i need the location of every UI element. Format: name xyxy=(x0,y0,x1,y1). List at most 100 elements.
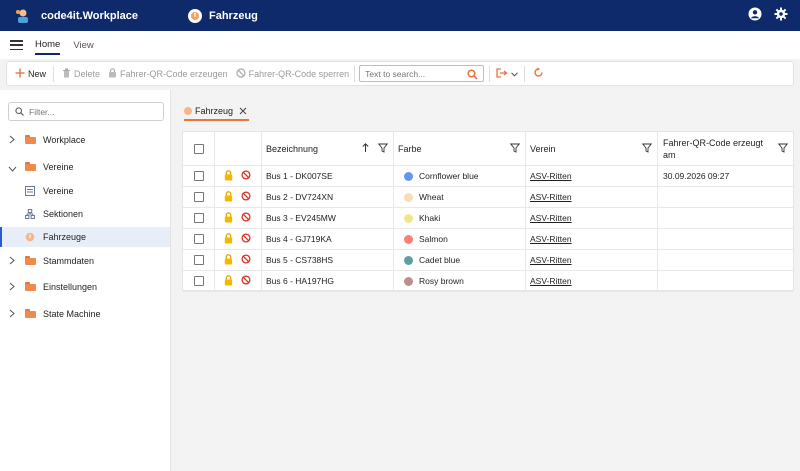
hamburger-menu-icon[interactable] xyxy=(10,40,23,50)
cell-verein: ASV-Ritten xyxy=(526,208,658,228)
block-icon[interactable] xyxy=(241,191,251,203)
sidebar-item-einstellungen[interactable]: Einstellungen xyxy=(0,277,170,297)
table-row[interactable]: Bus 1 - DK007SE Cornflower blue ASV-Ritt… xyxy=(183,166,793,187)
sidebar-item-vereine-group[interactable]: Vereine xyxy=(0,157,170,177)
verein-link[interactable]: ASV-Ritten xyxy=(530,234,572,244)
vehicle-icon xyxy=(184,107,192,115)
cell-farbe: Cadet blue xyxy=(394,250,526,270)
lock-icon[interactable] xyxy=(224,170,233,183)
column-header-label: Bezeichnung xyxy=(266,143,319,154)
row-checkbox[interactable] xyxy=(193,255,204,265)
column-header-qr-code-date[interactable]: Fahrer-QR-Code erzeugt am xyxy=(658,132,793,165)
chevron-right-icon[interactable] xyxy=(9,282,15,293)
sidebar-item-stammdaten[interactable]: Stammdaten xyxy=(0,251,170,271)
chevron-right-icon[interactable] xyxy=(9,135,15,146)
sidebar-item-workplace[interactable]: Workplace xyxy=(0,130,170,150)
table-row[interactable]: Bus 6 - HA197HG Rosy brown ASV-Ritten xyxy=(183,271,793,292)
refresh-button[interactable] xyxy=(533,67,544,80)
block-icon[interactable] xyxy=(241,212,251,224)
sidebar-item-sektionen[interactable]: Sektionen xyxy=(0,204,170,224)
block-icon[interactable] xyxy=(241,170,251,182)
row-checkbox[interactable] xyxy=(193,234,204,244)
row-checkbox[interactable] xyxy=(193,171,204,181)
user-account-icon[interactable] xyxy=(748,7,762,24)
sidebar-item-vereine[interactable]: Vereine xyxy=(0,181,170,201)
verein-link[interactable]: ASV-Ritten xyxy=(530,255,572,265)
navigation-sidebar: Workplace Vereine Vereine Sektionen Fahr… xyxy=(0,90,171,471)
cell-bezeichnung: Bus 4 - GJ719KA xyxy=(262,229,394,249)
tab-home[interactable]: Home xyxy=(35,36,61,55)
sidebar-item-fahrzeuge[interactable]: Fahrzeuge xyxy=(0,227,170,247)
sort-ascending-icon[interactable] xyxy=(362,143,369,155)
search-input[interactable] xyxy=(360,68,466,79)
toolbar: New Delete Fahrer-QR-Code erzeugen Fahre… xyxy=(6,61,794,86)
plus-icon xyxy=(15,68,25,80)
new-button[interactable]: New xyxy=(15,68,46,80)
search-box xyxy=(359,65,485,82)
cell-verein: ASV-Ritten xyxy=(526,229,658,249)
vehicle-name: Bus 5 - CS738HS xyxy=(266,255,334,265)
search-icon xyxy=(15,107,24,116)
table-row[interactable]: Bus 2 - DV724XN Wheat ASV-Ritten xyxy=(183,187,793,208)
cell-farbe: Wheat xyxy=(394,187,526,207)
filter-icon[interactable] xyxy=(641,143,653,155)
search-icon[interactable] xyxy=(467,69,478,82)
row-checkbox[interactable] xyxy=(193,213,204,223)
block-qr-code-button[interactable]: Fahrer-QR-Code sperren xyxy=(235,67,349,80)
grid-header-row: Bezeichnung Farbe Verein Fahrer-QR-Code … xyxy=(183,132,793,166)
export-dropdown-button[interactable] xyxy=(496,67,518,80)
filter-icon[interactable] xyxy=(777,143,789,155)
toolbar-divider xyxy=(524,65,526,82)
block-icon[interactable] xyxy=(241,233,251,245)
close-icon[interactable] xyxy=(239,107,247,115)
row-select-cell xyxy=(183,229,215,249)
folder-icon xyxy=(25,162,36,171)
vehicle-name: Bus 3 - EV245MW xyxy=(266,213,336,223)
block-icon[interactable] xyxy=(241,275,251,287)
block-icon[interactable] xyxy=(241,254,251,266)
table-row[interactable]: Bus 3 - EV245MW Khaki ASV-Ritten xyxy=(183,208,793,229)
chevron-down-icon xyxy=(511,69,518,79)
delete-button[interactable]: Delete xyxy=(62,68,100,80)
column-header-farbe[interactable]: Farbe xyxy=(394,132,526,165)
filter-icon[interactable] xyxy=(509,143,521,155)
verein-link[interactable]: ASV-Ritten xyxy=(530,171,572,181)
chevron-right-icon[interactable] xyxy=(9,256,15,267)
block-icon xyxy=(235,67,246,80)
table-row[interactable]: Bus 4 - GJ719KA Salmon ASV-Ritten xyxy=(183,229,793,250)
cell-qr-code-date xyxy=(658,271,793,291)
color-swatch xyxy=(404,192,413,202)
lock-icon[interactable] xyxy=(224,212,233,225)
verein-link[interactable]: ASV-Ritten xyxy=(530,276,572,286)
row-checkbox[interactable] xyxy=(193,192,204,202)
lock-icon[interactable] xyxy=(224,233,233,246)
verein-link[interactable]: ASV-Ritten xyxy=(530,213,572,223)
settings-gear-icon[interactable] xyxy=(774,7,788,24)
cell-farbe: Khaki xyxy=(394,208,526,228)
sidebar-item-label: State Machine xyxy=(43,309,101,319)
chevron-down-icon[interactable] xyxy=(8,164,17,174)
lock-icon[interactable] xyxy=(224,191,233,204)
column-header-bezeichnung[interactable]: Bezeichnung xyxy=(262,132,394,165)
tab-view[interactable]: View xyxy=(73,37,93,54)
row-status-cell xyxy=(215,208,262,228)
table-row[interactable]: Bus 5 - CS738HS Cadet blue ASV-Ritten xyxy=(183,250,793,271)
generate-qr-code-label: Fahrer-QR-Code erzeugen xyxy=(120,68,228,79)
sidebar-filter xyxy=(8,102,164,121)
select-all-checkbox[interactable] xyxy=(193,143,204,154)
sidebar-item-state-machine[interactable]: State Machine xyxy=(0,304,170,324)
lock-icon[interactable] xyxy=(224,275,233,288)
tab-fahrzeug[interactable]: Fahrzeug xyxy=(184,103,250,121)
qr-code-date: 30.09.2026 09:27 xyxy=(663,171,730,181)
generate-qr-code-button[interactable]: Fahrer-QR-Code erzeugen xyxy=(108,67,228,80)
filter-icon[interactable] xyxy=(377,143,389,155)
folder-icon xyxy=(25,256,36,265)
sidebar-item-label: Vereine xyxy=(43,186,74,196)
row-checkbox[interactable] xyxy=(193,276,204,286)
verein-link[interactable]: ASV-Ritten xyxy=(530,192,572,202)
module-icon xyxy=(188,8,202,23)
lock-icon[interactable] xyxy=(224,254,233,267)
filter-input[interactable] xyxy=(29,106,159,117)
column-header-verein[interactable]: Verein xyxy=(526,132,658,165)
chevron-right-icon[interactable] xyxy=(9,309,15,320)
